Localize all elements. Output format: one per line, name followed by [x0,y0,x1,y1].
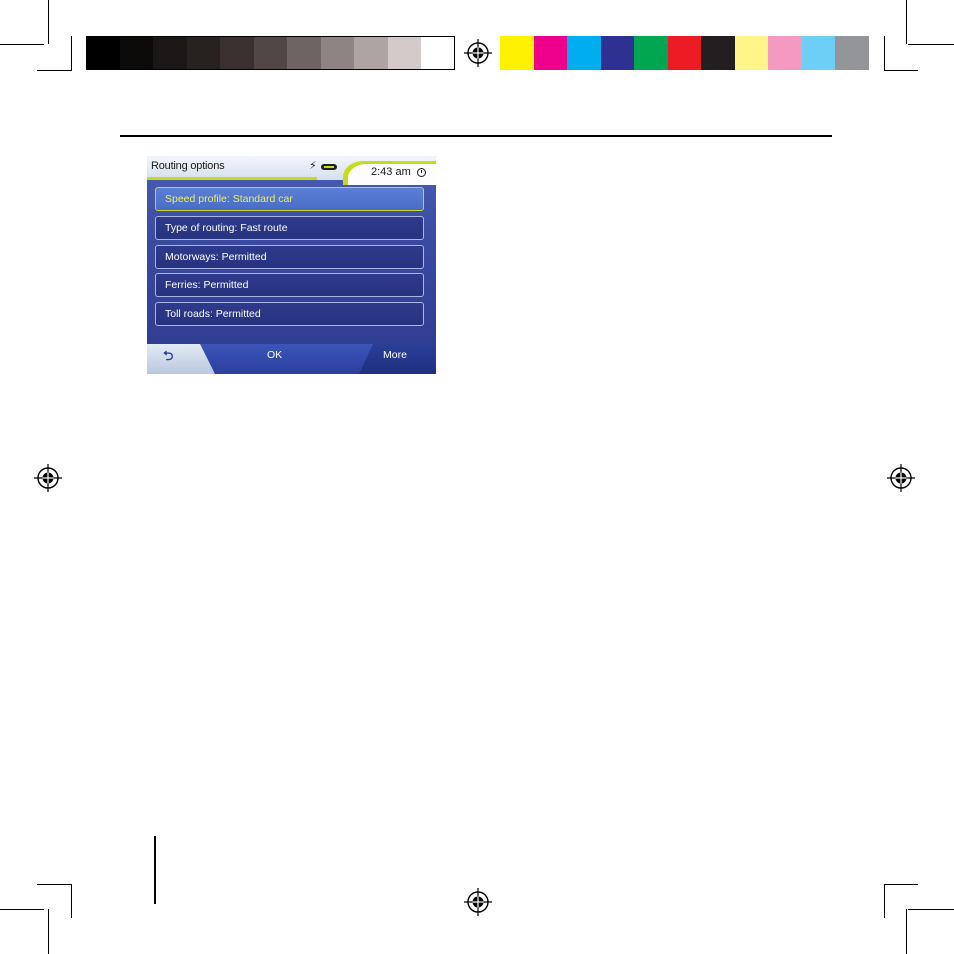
clock-time: 2:43 am [371,166,411,178]
color-swatch [667,36,702,70]
grayscale-strip [86,36,455,70]
routing-options-screen: Routing options ⚡ 2:43 am Speed profile:… [147,156,436,374]
color-swatch [634,36,668,70]
color-swatch [768,36,802,70]
ok-button[interactable]: OK [267,349,282,361]
color-swatch [600,36,635,70]
option-motorways[interactable]: Motorways: Permitted [155,245,424,269]
option-type-of-routing[interactable]: Type of routing: Fast route [155,216,424,240]
option-ferries[interactable]: Ferries: Permitted [155,273,424,297]
color-swatch [533,36,568,70]
registration-mark-icon [464,39,492,67]
header-rule [120,135,832,137]
color-swatch [835,36,869,70]
color-swatch [500,36,534,70]
more-button[interactable]: More [383,349,407,361]
battery-icon [321,164,337,170]
registration-mark-icon [464,888,492,916]
lightning-icon: ⚡ [309,159,317,172]
color-swatch [801,36,836,70]
page-margin-line [154,836,156,904]
registration-mark-icon [34,464,62,492]
back-arrow-icon[interactable]: ⮌ [163,347,173,369]
title-accent [147,177,317,180]
color-swatch [701,36,735,70]
screen-title: Routing options [151,160,225,172]
registration-mark-icon [887,464,915,492]
color-swatch [567,36,601,70]
color-swatch [734,36,769,70]
option-toll-roads[interactable]: Toll roads: Permitted [155,302,424,326]
option-speed-profile[interactable]: Speed profile: Standard car [155,187,424,211]
clock-icon [417,168,426,177]
